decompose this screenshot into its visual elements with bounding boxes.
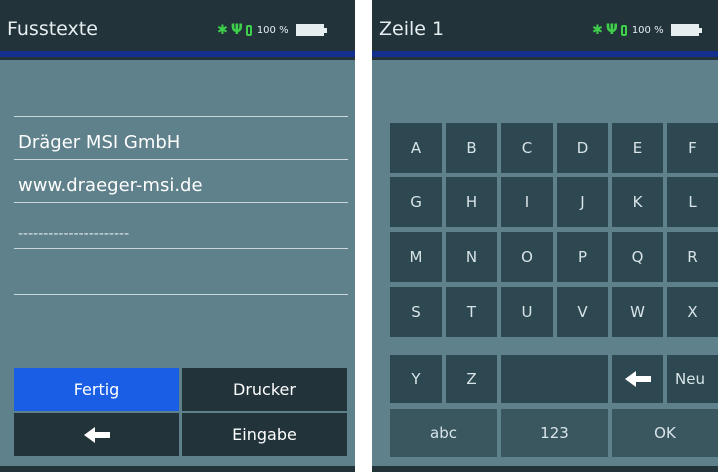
key-y[interactable]: Y	[390, 355, 442, 403]
key-u[interactable]: U	[501, 287, 553, 337]
key-q[interactable]: Q	[612, 232, 663, 282]
usb-icon: Ψ	[230, 22, 243, 38]
printer-button[interactable]: Drucker	[182, 368, 347, 411]
key-c[interactable]: C	[501, 123, 553, 173]
key-k[interactable]: K	[612, 177, 663, 227]
bluetooth-icon: ✱	[217, 22, 228, 38]
key-d[interactable]: D	[557, 123, 608, 173]
key-r[interactable]: R	[667, 232, 718, 282]
footer-texts-screen: Fusstexte ✱ Ψ 100 % Dräger MSI GmbH www.…	[0, 0, 355, 472]
key-i[interactable]: I	[501, 177, 553, 227]
key-t[interactable]: T	[446, 287, 497, 337]
mode-123-key[interactable]: 123	[501, 409, 608, 457]
key-m[interactable]: M	[390, 232, 442, 282]
footer-line-1[interactable]	[14, 72, 348, 117]
accent-bar	[0, 51, 355, 57]
key-b[interactable]: B	[446, 123, 497, 173]
screen-title: Zeile 1	[379, 18, 445, 40]
key-j[interactable]: J	[557, 177, 608, 227]
footer-line-4[interactable]: ----------------------	[14, 204, 348, 249]
line-text: Dräger MSI GmbH	[18, 132, 181, 153]
key-v[interactable]: V	[557, 287, 608, 337]
key-n[interactable]: N	[446, 232, 497, 282]
key-o[interactable]: O	[501, 232, 553, 282]
key-z[interactable]: Z	[446, 355, 497, 403]
footer-line-2[interactable]: Dräger MSI GmbH	[14, 115, 348, 160]
usb-icon: Ψ	[605, 22, 618, 38]
left-arrow-icon	[83, 426, 110, 443]
left-arrow-icon	[624, 371, 651, 387]
footer-bar	[0, 466, 355, 472]
accent-bar	[372, 51, 718, 57]
status-indicators: ✱ Ψ 100 %	[592, 22, 702, 38]
mode-abc-key[interactable]: abc	[390, 409, 497, 457]
footer-line-3[interactable]: www.draeger-msi.de	[14, 158, 348, 203]
battery-icon	[295, 24, 327, 36]
screen-title: Fusstexte	[7, 18, 98, 40]
footer-bar	[372, 466, 718, 472]
bluetooth-icon: ✱	[592, 22, 603, 38]
battery-percent: 100 %	[631, 24, 664, 36]
key-w[interactable]: W	[612, 287, 663, 337]
backspace-key[interactable]	[612, 355, 663, 403]
key-e[interactable]: E	[612, 123, 663, 173]
ok-key[interactable]: OK	[612, 409, 718, 457]
key-a[interactable]: A	[390, 123, 442, 173]
done-button[interactable]: Fertig	[14, 368, 179, 411]
keyboard-screen: Zeile 1 ✱ Ψ 100 % Y Z Neu abc 123 OK ABC…	[372, 0, 718, 472]
key-g[interactable]: G	[390, 177, 442, 227]
key-h[interactable]: H	[446, 177, 497, 227]
status-indicators: ✱ Ψ 100 %	[217, 22, 327, 38]
key-l[interactable]: L	[667, 177, 718, 227]
key-f[interactable]: F	[667, 123, 718, 173]
input-button[interactable]: Eingabe	[182, 413, 347, 456]
back-button[interactable]	[14, 413, 179, 456]
line-text: ----------------------	[18, 226, 130, 242]
battery-icon	[670, 24, 702, 36]
charging-icon	[620, 24, 627, 36]
key-p[interactable]: P	[557, 232, 608, 282]
key-x[interactable]: X	[667, 287, 718, 337]
battery-percent: 100 %	[256, 24, 289, 36]
line-text: www.draeger-msi.de	[18, 175, 203, 196]
new-key[interactable]: Neu	[667, 355, 718, 403]
charging-icon	[245, 24, 252, 36]
key-s[interactable]: S	[390, 287, 442, 337]
footer-line-5[interactable]	[14, 250, 348, 295]
key-space[interactable]	[501, 355, 608, 403]
